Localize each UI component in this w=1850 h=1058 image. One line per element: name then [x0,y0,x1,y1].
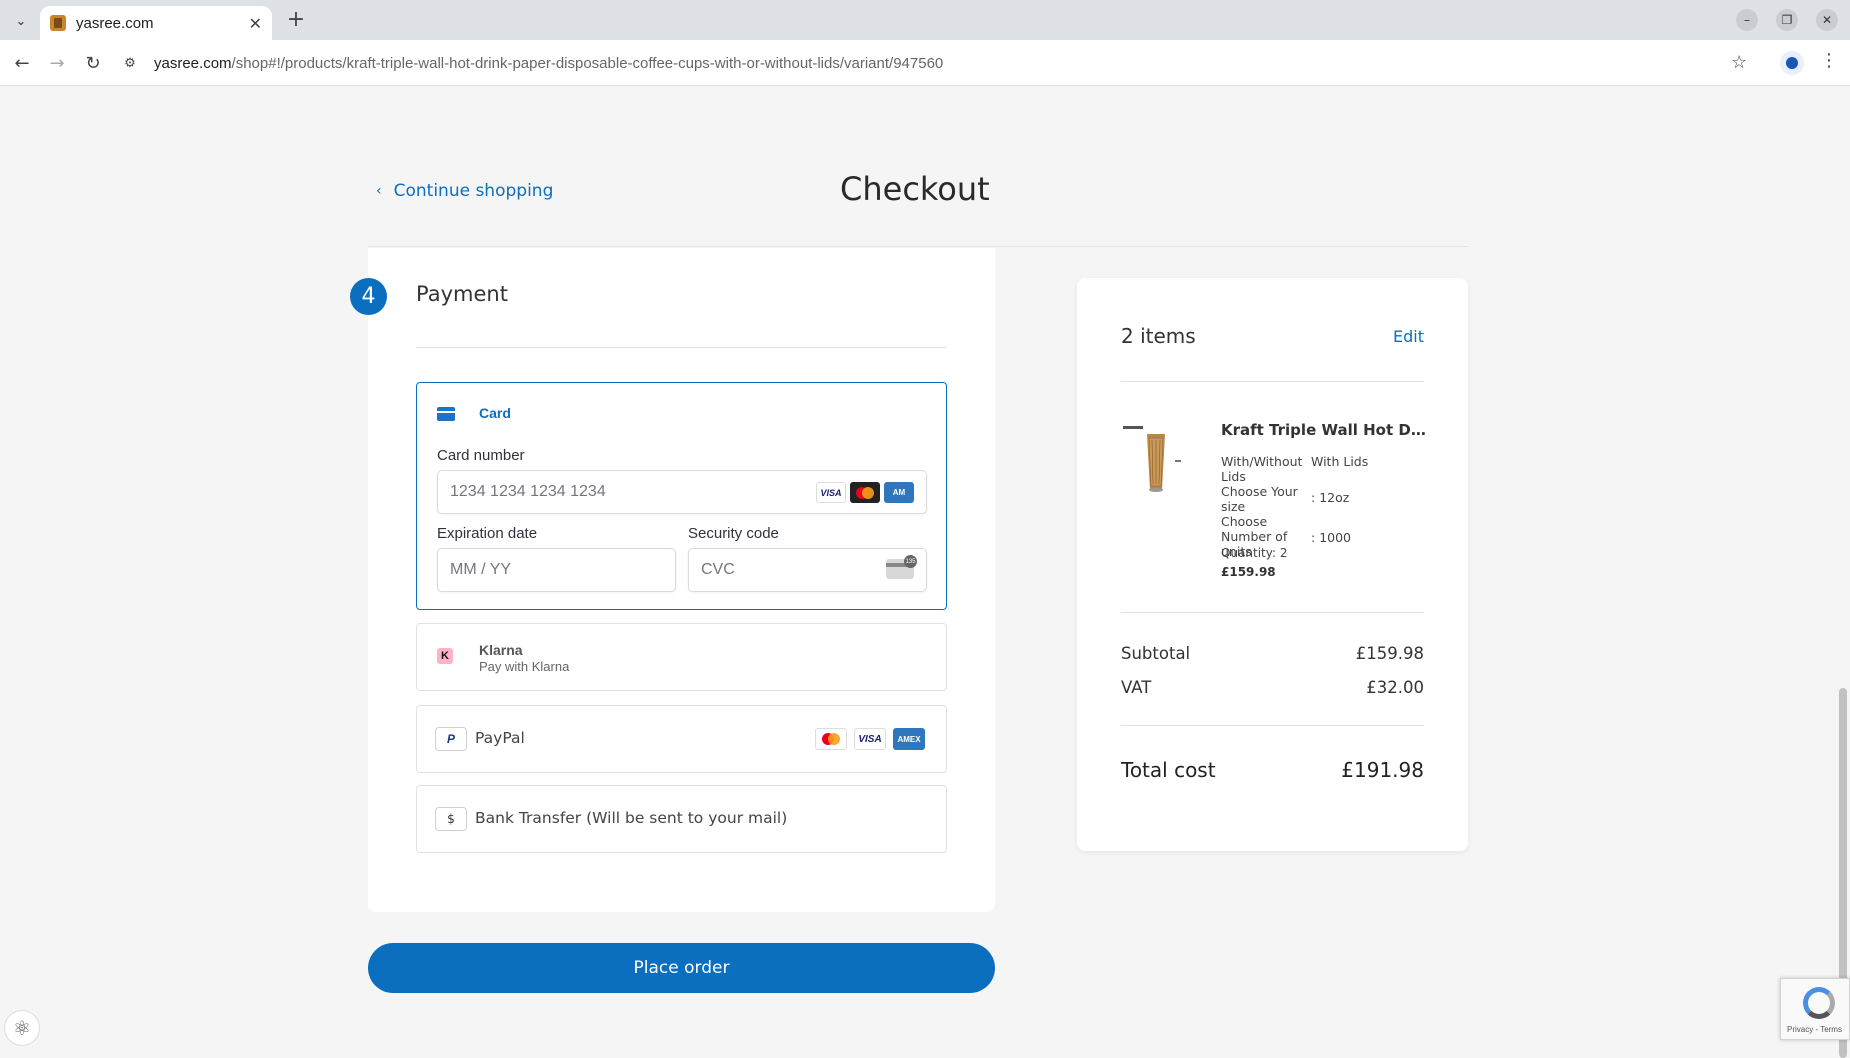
address-bar[interactable]: ⚙ yasree.com/shop#!/products/kraft-tripl… [120,46,1740,80]
subtotal-label: Subtotal [1121,644,1191,663]
card-payment-option[interactable]: Card Card number 1234 1234 1234 1234 VIS… [416,382,947,610]
url-domain: yasree.com [154,54,232,72]
product-name[interactable]: Kraft Triple Wall Hot Drin... [1221,421,1426,439]
site-info-icon[interactable]: ⚙ [120,53,140,73]
expiry-input[interactable]: MM / YY [437,548,676,592]
paypal-visa-icon: VISA [854,728,886,750]
browser-tab[interactable]: yasree.com ✕ [40,6,272,40]
cvc-card-icon: 135 [886,555,917,579]
total-label: Total cost [1121,758,1216,782]
tab-search-icon[interactable]: ⌄ [8,8,34,34]
tab-title: yasree.com [76,14,154,32]
minimize-icon[interactable]: – [1736,9,1758,31]
header-divider [368,246,1468,247]
mastercard-icon [850,482,880,503]
cvc-input[interactable]: CVC 135 [688,548,927,592]
profile-avatar-icon[interactable] [1780,51,1804,75]
summary-divider-3 [1121,725,1424,726]
card-option-label: Card [479,405,511,421]
total-value: £191.98 [1341,758,1424,782]
paypal-mastercard-icon [815,728,847,750]
new-tab-icon[interactable]: + [282,6,310,34]
paypal-amex-icon: AMEX [893,728,925,750]
dollar-icon: $ [435,807,467,831]
card-number-label: Card number [437,447,525,464]
attr-name-size: Choose Your size [1221,484,1298,514]
accessibility-widget-icon[interactable]: ⚛ [4,1010,40,1046]
payment-title: Payment [416,282,508,306]
items-count: 2 items [1121,324,1196,348]
payment-divider [416,347,947,348]
attr-value-units-text: 1000 [1319,530,1351,545]
expiry-label: Expiration date [437,525,538,542]
summary-divider-2 [1121,612,1424,613]
continue-shopping-link[interactable]: ‹ Continue shopping [376,181,553,201]
subtotal-value: £159.98 [1355,644,1424,663]
paypal-label: PayPal [475,729,525,747]
recaptcha-text: Privacy - Terms [1787,1025,1842,1034]
credit-card-icon [437,407,455,421]
attr-value-size: : 12oz [1311,490,1350,505]
product-price: £159.98 [1221,565,1276,579]
site-favicon-icon [50,15,66,31]
amex-icon: AM [884,482,914,503]
klarna-subtitle: Pay with Klarna [479,659,570,674]
place-order-button[interactable]: Place order [368,943,995,993]
klarna-icon: K [437,648,453,664]
chevron-left-icon: ‹ [376,183,382,199]
vat-row: VAT £32.00 [1121,678,1424,697]
reload-icon[interactable]: ↻ [81,51,105,75]
checkout-page: ‹ Continue shopping Checkout 4 Payment C… [0,86,1850,1053]
forward-icon[interactable]: → [45,51,69,75]
bank-transfer-label: Bank Transfer (Will be sent to your mail… [475,809,788,827]
attr-value-size-text: 12oz [1319,490,1350,505]
attr-value-units: : 1000 [1311,530,1351,545]
cvc-label: Security code [688,525,779,542]
card-number-placeholder: 1234 1234 1234 1234 [450,483,606,500]
total-row: Total cost £191.98 [1121,758,1424,782]
cvc-placeholder: CVC [701,561,735,578]
vat-label: VAT [1121,678,1152,697]
step-badge: 4 [350,278,387,315]
visa-icon: VISA [816,482,846,503]
product-thumbnail [1121,424,1187,496]
attr-value-lids: With Lids [1311,454,1369,469]
order-summary: 2 items Edit Kraft Triple Wall Hot Drin.… [1077,278,1468,851]
expiry-placeholder: MM / YY [450,561,512,578]
vat-value: £32.00 [1366,678,1424,697]
product-quantity: Quantity: 2 [1221,546,1288,560]
klarna-name: Klarna [479,642,523,658]
recaptcha-icon [1803,987,1835,1019]
attr-name-lids: With/Without Lids [1221,454,1303,484]
recaptcha-badge[interactable]: Privacy - Terms [1780,978,1850,1040]
bookmark-star-icon[interactable]: ☆ [1731,52,1747,73]
url-path: /shop#!/products/kraft-triple-wall-hot-d… [231,54,944,72]
browser-toolbar: ← → ↻ ⚙ yasree.com/shop#!/products/kraft… [0,40,1850,86]
subtotal-row: Subtotal £159.98 [1121,644,1424,663]
window-close-icon[interactable]: ✕ [1816,9,1838,31]
close-tab-icon[interactable]: ✕ [249,14,262,33]
summary-divider [1121,381,1424,382]
klarna-payment-option[interactable]: K Klarna Pay with Klarna [416,623,947,691]
page-scrollbar[interactable] [1836,86,1850,1058]
back-icon[interactable]: ← [10,51,34,75]
browser-menu-icon[interactable]: ⋮ [1820,50,1838,71]
bank-transfer-payment-option[interactable]: $ Bank Transfer (Will be sent to your ma… [416,785,947,853]
paypal-icon: P [435,727,467,751]
url-text: yasree.com/shop#!/products/kraft-triple-… [154,55,943,72]
continue-shopping-label: Continue shopping [393,181,554,201]
page-title: Checkout [840,170,990,208]
browser-tabbar: ⌄ yasree.com ✕ + – ❐ ✕ [0,0,1850,40]
restore-icon[interactable]: ❐ [1776,9,1798,31]
edit-cart-link[interactable]: Edit [1393,327,1424,346]
card-number-input[interactable]: 1234 1234 1234 1234 VISA AM [437,470,927,514]
paypal-payment-option[interactable]: P PayPal VISA AMEX [416,705,947,773]
